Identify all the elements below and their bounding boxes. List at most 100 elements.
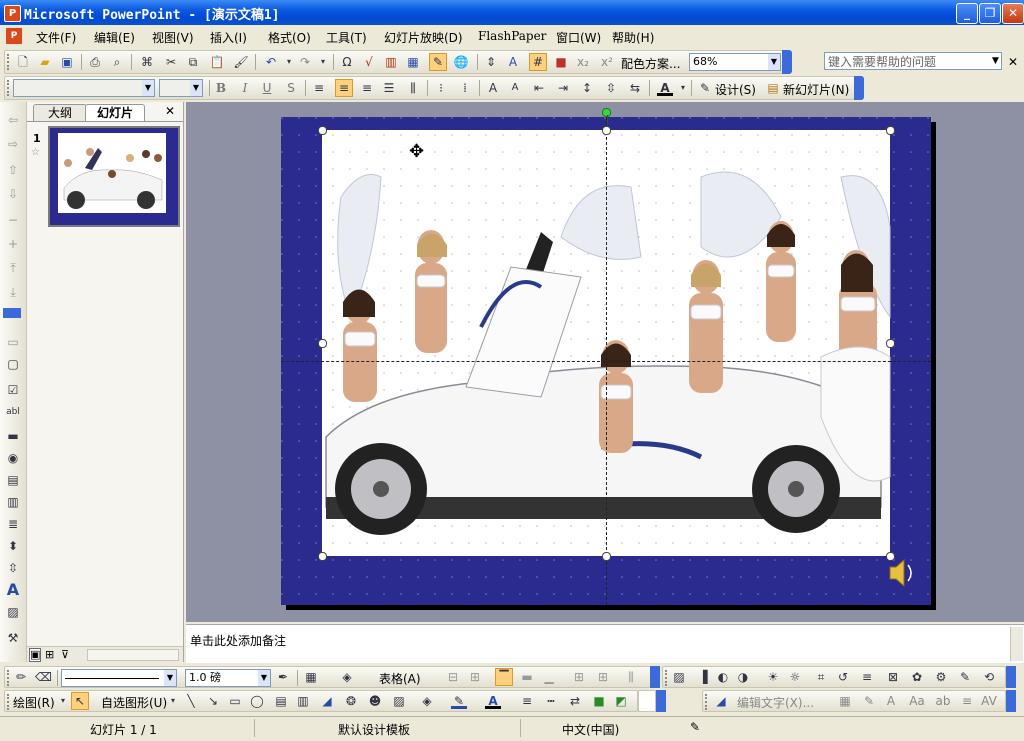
decrease-indent-icon[interactable]: ⇤ — [531, 80, 547, 96]
insert-wordart-icon[interactable]: ◢ — [713, 693, 729, 709]
align-left-icon[interactable]: ≡ — [311, 80, 327, 96]
tab-slides[interactable]: 幻灯片 — [85, 104, 145, 122]
more-contrast-icon[interactable]: ◐ — [715, 669, 731, 685]
menu-slideshow[interactable]: 幻灯片放映(D) — [384, 29, 463, 46]
wordart-alignment-icon[interactable]: ≡ — [959, 693, 975, 709]
zoom-dropdown-icon[interactable]: ▼ — [768, 54, 780, 70]
clip-art-icon[interactable]: ☻ — [367, 693, 383, 709]
draw-menu-button[interactable]: 绘图(R) — [13, 694, 55, 711]
image-control-icon[interactable]: ▨ — [5, 604, 21, 620]
arrow-style-icon[interactable]: ⇄ — [567, 693, 583, 709]
wordart-same-height-icon[interactable]: Aa — [909, 693, 925, 709]
toggle-icon[interactable]: ≣ — [5, 516, 21, 532]
new-icon[interactable]: 🗋 — [15, 54, 31, 70]
move-right-icon[interactable]: ⇨ — [5, 136, 21, 152]
move-down-icon[interactable]: ⇩ — [5, 186, 21, 202]
more-controls-icon[interactable]: ⚒ — [5, 630, 21, 646]
format-wordart-icon[interactable]: ✎ — [861, 693, 877, 709]
hyperlink-icon[interactable]: 🌐 — [453, 54, 469, 70]
border-color-icon[interactable]: ✒ — [275, 669, 291, 685]
toolbar-grip[interactable] — [7, 80, 12, 96]
expand-icon[interactable]: + — [5, 236, 21, 252]
resize-handle[interactable] — [886, 552, 895, 561]
color-icon[interactable]: ▐ — [695, 669, 711, 685]
menu-flashpaper[interactable]: FlashPaper — [478, 29, 546, 43]
bullets-icon[interactable]: ⁞ — [457, 80, 473, 96]
horizontal-guide[interactable] — [281, 361, 931, 362]
underline-button[interactable]: U — [259, 80, 275, 96]
draw-table-icon[interactable]: ✏ — [13, 669, 29, 685]
print-icon[interactable]: ⎙ — [87, 54, 103, 70]
insert-picture-icon[interactable]: ▨ — [671, 669, 687, 685]
split-cells-icon[interactable]: ⊞ — [467, 669, 483, 685]
resize-handle[interactable] — [318, 339, 327, 348]
paragraph-spacing-icon[interactable]: ⇳ — [603, 80, 619, 96]
undo-dropdown-icon[interactable]: ▾ — [281, 54, 297, 70]
slide-thumbnail[interactable] — [48, 126, 180, 227]
merge-cells-icon[interactable]: ⊟ — [445, 669, 461, 685]
collapse-icon[interactable]: − — [5, 212, 21, 228]
cut-icon[interactable]: ✂ — [163, 54, 179, 70]
superscript-icon[interactable]: x² — [599, 54, 615, 70]
increase-font-icon[interactable]: A — [485, 80, 501, 96]
text-box-icon[interactable]: ▤ — [273, 693, 289, 709]
symbol-icon[interactable]: Ω — [339, 54, 355, 70]
copy-icon[interactable]: ⧉ — [185, 54, 201, 70]
line-style-icon[interactable]: ≡ — [859, 669, 875, 685]
slide-toggle-icon[interactable]: ✎ — [429, 53, 447, 71]
spelling-status-icon[interactable]: ✎ — [690, 720, 700, 734]
toolbar-options-button[interactable] — [1006, 666, 1016, 688]
comment-icon[interactable]: ▢ — [5, 356, 21, 372]
decrease-font-icon[interactable]: A — [507, 80, 523, 96]
horizontal-scrollbar[interactable] — [87, 649, 179, 661]
font-combobox[interactable]: ▼ — [13, 79, 155, 97]
resize-handle[interactable] — [602, 552, 611, 561]
print-preview-icon[interactable]: ⌕ — [109, 54, 125, 70]
undo-icon[interactable]: ↶ — [263, 54, 279, 70]
toolbar-options-button[interactable] — [1006, 690, 1016, 712]
notes-placeholder[interactable]: 单击此处添加备注 — [190, 632, 286, 649]
zoom-combobox[interactable]: 68% ▼ — [689, 53, 781, 71]
menu-tools[interactable]: 工具(T) — [326, 29, 367, 46]
more-brightness-icon[interactable]: ☀ — [765, 669, 781, 685]
wordart-shape-icon[interactable]: A — [883, 693, 899, 709]
help-dropdown-arrow-icon[interactable]: ▼ — [992, 56, 999, 66]
tab-outline[interactable]: 大纲 — [33, 104, 87, 122]
less-contrast-icon[interactable]: ◑ — [735, 669, 751, 685]
text-direction-icon[interactable]: ⇆ — [627, 80, 643, 96]
rectangle-icon[interactable]: ▭ — [227, 693, 243, 709]
distribute-icon[interactable]: ☰ — [381, 80, 397, 96]
button-control-icon[interactable]: ▬ — [5, 428, 21, 444]
line-color-icon[interactable]: ✎ — [451, 693, 467, 709]
normal-view-icon[interactable]: ▣ — [29, 648, 42, 662]
toolbar-options-button[interactable] — [854, 76, 864, 100]
draw-dropdown-icon[interactable]: ▾ — [55, 693, 71, 709]
wordart-vertical-icon[interactable]: ab — [935, 693, 951, 709]
autoshapes-button[interactable]: 自选图形(U) — [101, 694, 167, 711]
rotate-left-icon[interactable]: ↺ — [835, 669, 851, 685]
font-size-dropdown-icon[interactable]: ▼ — [190, 80, 202, 96]
expand-all-icon[interactable]: ⇕ — [483, 54, 499, 70]
label-a-icon[interactable]: A — [5, 582, 21, 598]
wordart-spacing-icon[interactable]: AV — [981, 693, 997, 709]
set-transparent-icon[interactable]: ✎ — [957, 669, 973, 685]
line-style-dropdown-icon[interactable]: ▼ — [164, 670, 176, 686]
menu-help[interactable]: 帮助(H) — [612, 29, 654, 46]
font-size-combobox[interactable]: ▼ — [159, 79, 203, 97]
save-icon[interactable]: ▣ — [59, 54, 75, 70]
toolbar-options-button[interactable] — [782, 50, 792, 74]
vertical-text-box-icon[interactable]: ▥ — [295, 693, 311, 709]
fill-color-icon[interactable]: ◈ — [339, 669, 355, 685]
menu-file[interactable]: 文件(F) — [36, 29, 76, 46]
scrollbar-control-icon[interactable]: ⇳ — [5, 560, 21, 576]
font-dropdown-icon[interactable]: ▼ — [142, 80, 154, 96]
powerpoint-app-icon[interactable]: P — [4, 5, 21, 22]
subscript-icon[interactable]: x₂ — [575, 54, 591, 70]
italic-button[interactable]: I — [237, 80, 253, 96]
font-color-draw-icon[interactable]: A — [485, 693, 501, 709]
color-scheme-button[interactable]: 配色方案... — [621, 55, 680, 72]
notes-pane[interactable]: 单击此处添加备注 — [186, 624, 1024, 663]
arrow-icon[interactable]: ↘ — [205, 693, 221, 709]
menu-window[interactable]: 窗口(W) — [556, 29, 601, 46]
align-center-icon[interactable]: ≡ — [335, 79, 353, 97]
